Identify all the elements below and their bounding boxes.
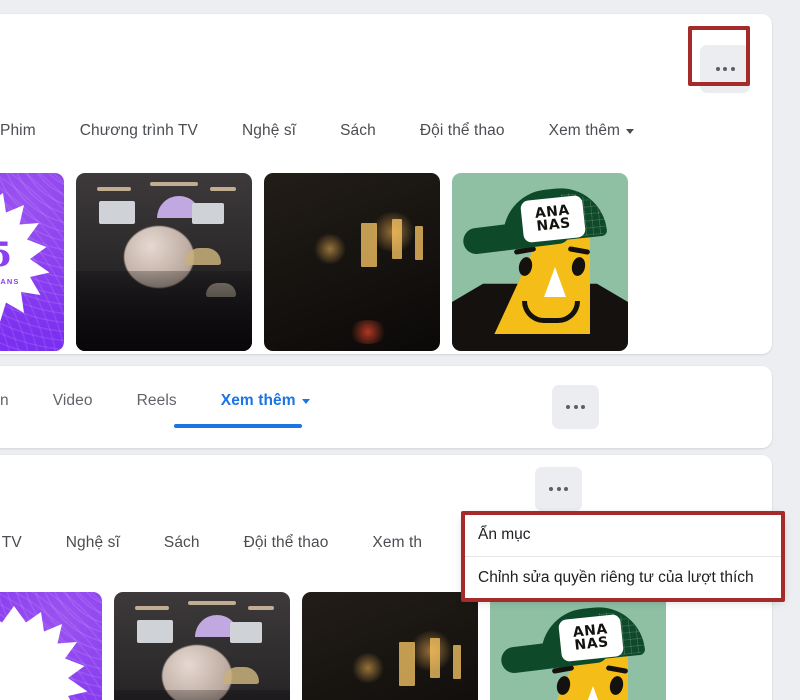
red-glow [348, 319, 389, 344]
tab-chuong-trinh-tv[interactable]: ơng trình TV [0, 534, 22, 552]
purple-starburst-thumbnail[interactable] [0, 592, 102, 700]
crowd-hat [223, 666, 260, 684]
tab-phim[interactable]: Phim [0, 122, 36, 140]
ellipsis-dot [549, 487, 553, 491]
menu-item-an-muc[interactable]: Ẩn mục [464, 514, 782, 556]
ellipsis-dot [556, 487, 561, 491]
ellipsis-dot [564, 487, 568, 491]
dark-interior-thumbnail[interactable] [264, 173, 440, 351]
active-tab-underline [174, 424, 302, 428]
dark-interior-thumbnail[interactable] [302, 592, 478, 700]
cap-patch-line2: NAS [536, 215, 572, 235]
comment-count: 875 [0, 235, 13, 275]
nose [581, 686, 604, 700]
ellipsis-dot [715, 67, 720, 71]
middle-card-tabs: n Video Reels Xem thêm [0, 392, 310, 410]
chevron-down-icon [301, 398, 310, 404]
nose [543, 267, 566, 298]
stage-screen [230, 622, 263, 644]
menu-item-chinh-sua-quyen-rieng-tu[interactable]: Chỉnh sửa quyền riêng tư của lượt thích [464, 557, 782, 599]
bottom-card-kebab-button[interactable] [535, 467, 582, 511]
lamp-glow [351, 652, 386, 683]
tab-chuong-trinh-tv[interactable]: Chương trình TV [80, 122, 198, 140]
chevron-down-icon [626, 128, 635, 134]
concert-crowd-thumbnail[interactable] [76, 173, 252, 351]
cap-patch: ANA NAS [520, 194, 587, 244]
lamp-glow [313, 233, 348, 264]
screenshot-root: Phim Chương trình TV Nghệ sĩ Sách Đội th… [0, 0, 800, 700]
tab-xem-them-label: Xem thêm [548, 122, 621, 139]
tab-tin[interactable]: n [0, 392, 9, 410]
ellipsis-dot [730, 67, 735, 71]
tab-reels[interactable]: Reels [137, 392, 177, 410]
crowd-hat [185, 247, 222, 265]
marquee-light [209, 187, 236, 192]
tab-sach[interactable]: Sách [340, 122, 376, 140]
cap-patch: ANA NAS [558, 613, 625, 663]
stage-screen [136, 620, 173, 644]
ellipsis-dot [723, 67, 727, 71]
tab-xem-them[interactable]: Xem th [372, 534, 422, 552]
tab-nghe-si[interactable]: Nghệ sĩ [242, 122, 296, 140]
tab-xem-them-active-label: Xem thêm [220, 392, 296, 409]
middle-tabs-card: n Video Reels Xem thêm [0, 366, 772, 448]
ananas-cartoon-thumbnail[interactable]: ANA NAS [452, 173, 628, 351]
top-card-category-tabs: Phim Chương trình TV Nghệ sĩ Sách Đội th… [0, 122, 635, 140]
stage-screen [98, 201, 135, 225]
cap-patch-line2: NAS [574, 634, 610, 654]
top-content-card: Phim Chương trình TV Nghệ sĩ Sách Đội th… [0, 14, 772, 354]
marquee-light [135, 606, 170, 611]
context-dropdown-menu: Ẩn mục Chỉnh sửa quyền riêng tư của lượt… [464, 514, 782, 599]
crowd-shadow [76, 270, 252, 351]
lamp-glow [407, 631, 454, 672]
tab-xem-them[interactable]: Xem thêm [548, 122, 635, 140]
stage-screen [192, 203, 225, 225]
marquee-light [149, 181, 198, 186]
ellipsis-dot [566, 405, 570, 409]
crowd-shadow [114, 689, 290, 700]
window-light [415, 226, 424, 261]
tab-nghe-si[interactable]: Nghệ sĩ [66, 534, 120, 552]
ellipsis-dot [581, 405, 585, 409]
tab-video[interactable]: Video [53, 392, 93, 410]
bottom-card-media-strip: ANA NAS [0, 592, 666, 700]
marquee-light [187, 600, 236, 605]
concert-crowd-thumbnail[interactable] [114, 592, 290, 700]
middle-card-kebab-button[interactable] [552, 385, 599, 429]
marquee-light [97, 187, 132, 192]
tab-doi-the-thao[interactable]: Đội thể thao [420, 122, 505, 140]
ananas-cartoon-thumbnail[interactable]: ANA NAS [490, 592, 666, 700]
top-card-kebab-button[interactable] [700, 45, 750, 93]
tab-sach[interactable]: Sách [164, 534, 200, 552]
ellipsis-dot [573, 405, 578, 409]
tab-xem-them-active[interactable]: Xem thêm [221, 392, 310, 410]
marquee-light [247, 606, 274, 611]
top-card-media-strip: 875 COMMENT VTRANS [0, 173, 628, 351]
lamp-glow [369, 212, 416, 253]
purple-starburst-thumbnail[interactable]: 875 COMMENT VTRANS [0, 173, 64, 351]
bottom-card-category-tabs: ơng trình TV Nghệ sĩ Sách Đội thể thao X… [0, 534, 422, 552]
tab-doi-the-thao[interactable]: Đội thể thao [244, 534, 329, 552]
comment-caption: COMMENT VTRANS [0, 277, 20, 286]
window-light [453, 645, 462, 680]
